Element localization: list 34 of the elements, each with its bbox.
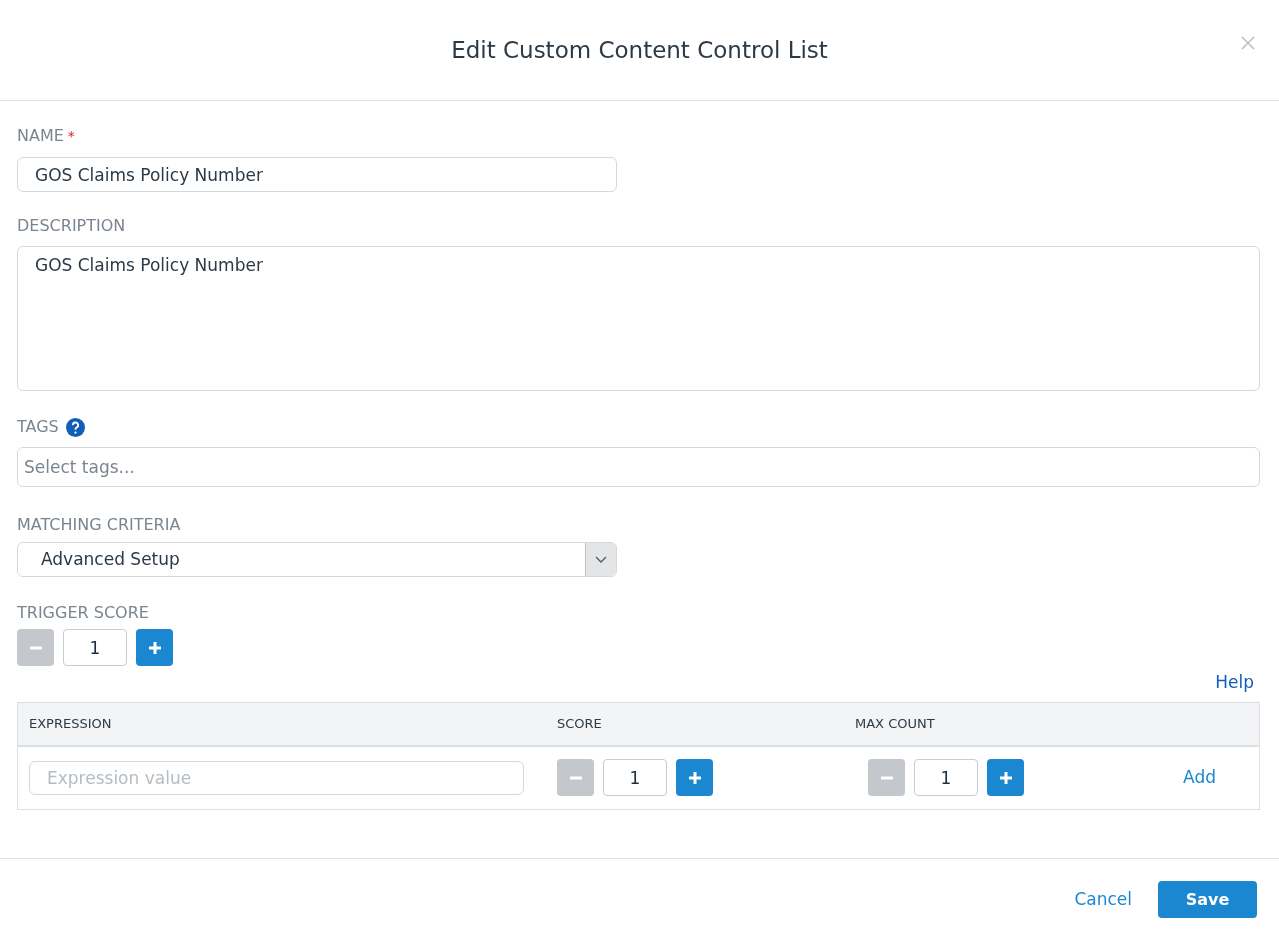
number-field[interactable]: 1 [63, 629, 127, 666]
plus-icon [147, 640, 162, 655]
close-icon [1241, 36, 1255, 50]
plus-icon [687, 770, 702, 785]
dialog-title: Edit Custom Content Control List [451, 35, 828, 65]
minus-icon [29, 645, 42, 650]
column-header: SCORE [557, 714, 603, 733]
field-label: TAGS [17, 416, 59, 438]
cancel-button[interactable]: Cancel [1074, 886, 1132, 913]
name-field[interactable]: GOS Claims Policy Number [17, 157, 617, 192]
criteria-select[interactable]: Advanced Setup [17, 542, 617, 577]
plus-button[interactable] [676, 759, 713, 796]
minus-icon [569, 775, 582, 780]
chevron-down-icon [595, 555, 607, 564]
field-label: MATCHING CRITERIA [17, 515, 181, 534]
number-field[interactable]: 1 [914, 759, 978, 796]
plus-button[interactable] [136, 629, 173, 666]
plus-button[interactable] [987, 759, 1024, 796]
description-field[interactable]: GOS Claims Policy Number [17, 246, 1260, 391]
add-link[interactable]: Add [1183, 764, 1248, 791]
minus-icon [880, 775, 893, 780]
expression-field[interactable]: Expression value [29, 760, 524, 795]
field-label: TRIGGER SCORE [17, 603, 149, 622]
field-label: DESCRIPTION [17, 216, 126, 235]
column-header: MAX COUNT [855, 714, 936, 733]
required-mark: * [67, 126, 75, 146]
help-link[interactable]: Help [1215, 670, 1254, 696]
plus-icon [998, 770, 1013, 785]
help-icon[interactable] [65, 417, 85, 437]
tags-field[interactable]: Select tags... [17, 447, 1260, 487]
column-header: EXPRESSION [29, 714, 113, 733]
save-button[interactable]: Save [1158, 881, 1257, 918]
number-field[interactable]: 1 [603, 759, 667, 796]
field-label: NAME [17, 125, 64, 147]
